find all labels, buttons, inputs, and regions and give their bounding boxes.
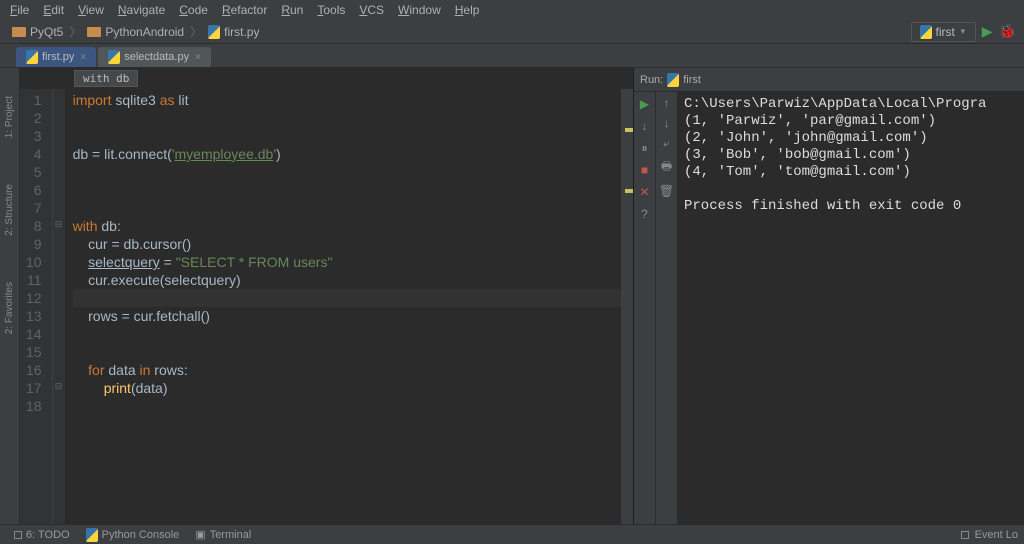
python-file-icon <box>108 50 120 64</box>
run-play-button[interactable]: ▶ <box>637 96 653 112</box>
folder-icon <box>12 27 26 37</box>
context-hint: with db <box>74 70 138 87</box>
menu-navigate[interactable]: Navigate <box>112 1 171 19</box>
breadcrumb[interactable]: PyQt5 〉 PythonAndroid 〉 first.py <box>8 23 263 40</box>
run-up-button[interactable]: ↑ <box>664 96 670 110</box>
folder-icon <box>87 27 101 37</box>
fold-column[interactable]: ⊟⊟ <box>53 89 65 524</box>
run-config-name: first <box>936 25 955 39</box>
todo-icon <box>14 531 22 539</box>
run-config-label: first <box>683 74 701 86</box>
python-icon <box>86 528 98 542</box>
chevron-right-icon: 〉 <box>69 23 81 40</box>
side-tool----structure[interactable]: 2: Structure <box>2 176 17 244</box>
menu-view[interactable]: View <box>72 1 110 19</box>
chevron-right-icon: 〉 <box>190 23 202 40</box>
run-close-button[interactable]: ✕ <box>637 184 653 200</box>
menu-code[interactable]: Code <box>173 1 214 19</box>
breadcrumb-sub: PythonAndroid <box>105 25 184 39</box>
menu-tools[interactable]: Tools <box>311 1 351 19</box>
bottom-tool-bar: 6: TODOPython Console▣Terminal Event Lo <box>0 524 1024 544</box>
menu-help[interactable]: Help <box>449 1 486 19</box>
run-button[interactable]: ▶ <box>982 23 993 40</box>
debug-button[interactable]: 🐞 <box>999 23 1016 40</box>
run-tool-window: Run: first ▶ ↓ ⏸ ■ ✕? ↑ ↓ ⤶ 🖶 🗑 C:\Users\Parwiz\… <box>634 68 1024 524</box>
run-toolbar-secondary: ↑ ↓ ⤶ 🖶 🗑 <box>656 92 678 524</box>
event-log-icon <box>961 531 969 539</box>
run-header: Run: first <box>634 68 1024 92</box>
menu-edit[interactable]: Edit <box>37 1 70 19</box>
run-down-button[interactable]: ↓ <box>664 116 670 130</box>
nav-bar: PyQt5 〉 PythonAndroid 〉 first.py first ▼… <box>0 20 1024 44</box>
bottom-tab-terminal[interactable]: ▣Terminal <box>187 528 259 541</box>
terminal-icon: ▣ <box>195 528 205 541</box>
run-help-button[interactable]: ? <box>637 206 653 222</box>
bottom-tab-python-console[interactable]: Python Console <box>78 528 188 542</box>
tab-first-py[interactable]: first.py× <box>16 47 96 67</box>
menu-window[interactable]: Window <box>392 1 447 19</box>
run-pause-button[interactable]: ⏸ <box>637 140 653 156</box>
run-rerun-button[interactable]: ↓ <box>637 118 653 134</box>
run-toolbar-primary: ▶ ↓ ⏸ ■ ✕? <box>634 92 656 524</box>
chevron-down-icon: ▼ <box>959 27 967 36</box>
side-tool----favorites[interactable]: 2: Favorites <box>2 274 17 342</box>
bottom-tab----todo[interactable]: 6: TODO <box>6 529 78 541</box>
run-trash-button[interactable]: 🗑 <box>659 184 674 198</box>
event-log-label[interactable]: Event Lo <box>975 529 1018 541</box>
marker-strip[interactable] <box>621 89 633 524</box>
menu-file[interactable]: File <box>4 1 35 19</box>
run-stop-button[interactable]: ■ <box>637 162 653 178</box>
side-tool----project[interactable]: 1: Project <box>2 88 17 146</box>
run-config-selector[interactable]: first ▼ <box>911 22 976 42</box>
editor-tabs: first.py×selectdata.py× <box>0 44 1024 68</box>
run-label: Run: <box>640 74 663 86</box>
code-area[interactable]: import sqlite3 as lit db = lit.connect('… <box>65 89 621 524</box>
run-output[interactable]: C:\Users\Parwiz\AppData\Local\Progra (1,… <box>678 92 1024 524</box>
editor-panel: with db 123456789101112131415161718 ⊟⊟ i… <box>20 68 634 524</box>
run-print-button[interactable]: 🖶 <box>661 157 672 178</box>
line-gutter[interactable]: 123456789101112131415161718 <box>20 89 53 524</box>
python-file-icon <box>920 25 932 39</box>
left-tool-strip: 1: Project 2: Structure 2: Favorites <box>0 68 20 524</box>
menu-refactor[interactable]: Refactor <box>216 1 273 19</box>
close-icon[interactable]: × <box>195 52 201 63</box>
breadcrumb-folder: PyQt5 <box>30 25 63 39</box>
python-file-icon <box>667 73 679 87</box>
run-wrap-button[interactable]: ⤶ <box>663 136 670 151</box>
tab-selectdata-py[interactable]: selectdata.py× <box>98 47 211 67</box>
menu-vcs[interactable]: VCS <box>353 1 390 19</box>
breadcrumb-file: first.py <box>224 25 259 39</box>
menu-bar: FileEditViewNavigateCodeRefactorRunTools… <box>0 0 1024 20</box>
python-file-icon <box>208 25 220 39</box>
close-icon[interactable]: × <box>80 52 86 63</box>
menu-run[interactable]: Run <box>275 1 309 19</box>
python-file-icon <box>26 50 38 64</box>
